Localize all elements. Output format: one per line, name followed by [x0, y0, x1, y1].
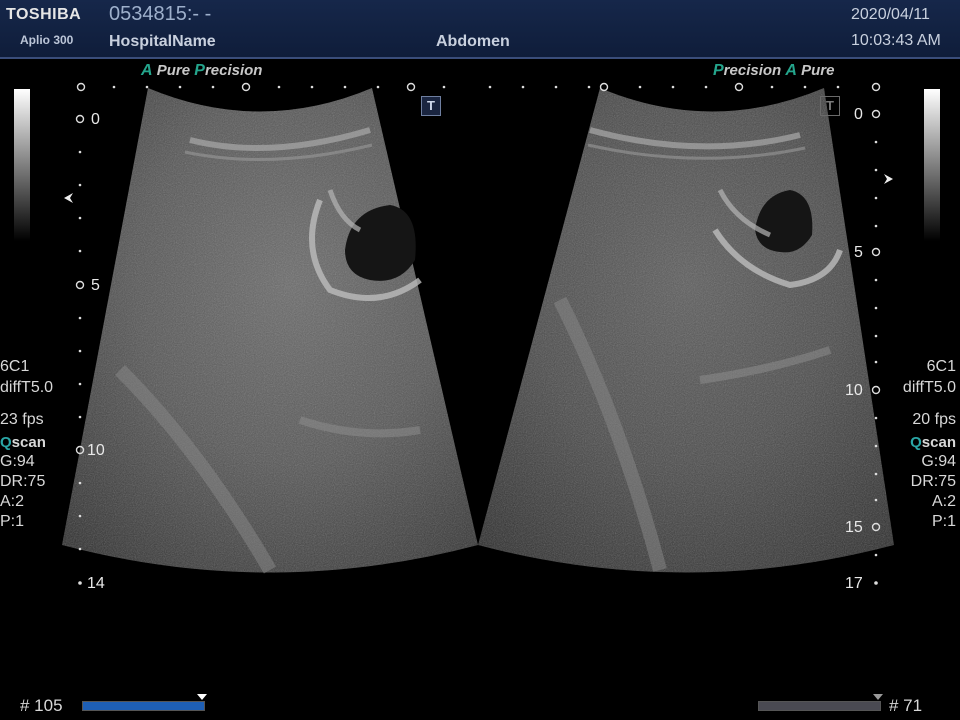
right-ultrasound-sector[interactable] — [478, 88, 894, 573]
left-a: A:2 — [0, 493, 25, 510]
right-depth-label-17: 17 — [845, 575, 863, 592]
left-t-mode-icon[interactable]: T — [421, 96, 441, 116]
right-focus-marker-icon — [884, 174, 893, 184]
left-grayscale-bar — [14, 89, 30, 241]
left-focus-marker-icon — [64, 193, 73, 203]
left-depth-label-5: 5 — [91, 277, 100, 294]
exam-date: 2020/04/11 — [851, 6, 930, 23]
left-probe: 6C1 — [0, 358, 30, 375]
right-cine-bar[interactable] — [758, 701, 881, 711]
right-t-mode-icon[interactable]: T — [820, 96, 840, 116]
left-p: P:1 — [0, 513, 25, 530]
left-depth-label-0: 0 — [91, 111, 100, 128]
right-dr: DR:75 — [910, 473, 956, 490]
left-top-scale — [76, 82, 446, 92]
left-cine-marker-icon[interactable] — [196, 693, 208, 701]
left-frame-number: # 105 — [20, 696, 63, 715]
ultrasound-image-area[interactable] — [0, 59, 960, 599]
left-depth-label-14: 14 — [87, 575, 105, 592]
right-scan-mode: Qscan — [910, 434, 956, 451]
right-brand-tag: Precision A Pure — [713, 62, 835, 79]
left-brand-tag: A Pure Precision — [141, 62, 263, 79]
exam-time: 10:03:43 AM — [851, 32, 941, 49]
model-name: Aplio 300 — [20, 33, 74, 47]
right-cine-marker-icon[interactable] — [872, 693, 884, 701]
right-depth-label-5: 5 — [854, 244, 863, 261]
brand-logo: TOSHIBA — [6, 6, 82, 23]
right-frame-number: # 71 — [889, 696, 923, 715]
hospital-name: HospitalName — [109, 33, 216, 50]
left-fps: 23 fps — [0, 411, 44, 428]
left-scan-mode: Qscan — [0, 434, 46, 451]
right-gain: G:94 — [921, 453, 956, 470]
right-fps: 20 fps — [912, 411, 956, 428]
left-dr: DR:75 — [0, 473, 46, 490]
right-depth-label-15: 15 — [845, 519, 863, 536]
right-depth-label-10: 10 — [845, 382, 863, 399]
left-cine-bar[interactable] — [82, 701, 205, 711]
header-bar: TOSHIBA Aplio 300 0534815:- - HospitalNa… — [0, 0, 960, 59]
patient-id: 0534815:- - — [109, 3, 212, 25]
exam-type: Abdomen — [436, 33, 510, 50]
left-preset: diffT5.0 — [0, 379, 54, 396]
left-depth-label-10: 10 — [87, 442, 105, 459]
right-a: A:2 — [931, 493, 956, 510]
left-ultrasound-sector[interactable] — [62, 88, 478, 574]
right-grayscale-bar — [924, 89, 940, 241]
right-p: P:1 — [931, 513, 956, 530]
right-probe: 6C1 — [926, 358, 956, 375]
left-params: 6C1 diffT5.0 23 fps Qscan G:94 DR:75 A:2… — [0, 356, 53, 532]
left-gain: G:94 — [0, 453, 35, 470]
right-depth-label-0: 0 — [854, 106, 863, 123]
right-preset: diffT5.0 — [902, 379, 956, 396]
right-params: 6C1 diffT5.0 20 fps Qscan G:94 DR:75 A:2… — [903, 356, 956, 532]
